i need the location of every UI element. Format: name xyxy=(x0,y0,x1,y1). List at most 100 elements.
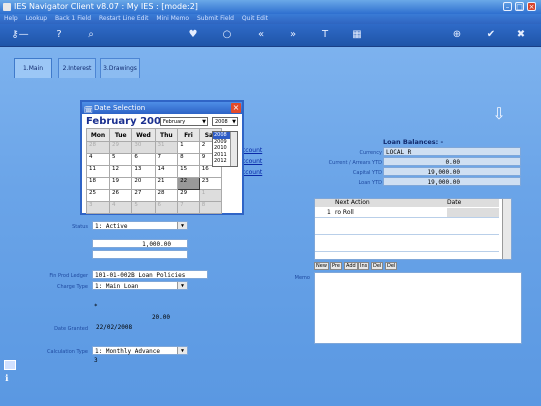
calendar-day[interactable]: 23 xyxy=(198,177,223,190)
grid-delete-all-button[interactable]: Del xyxy=(385,262,398,270)
heart-icon[interactable]: ♥ xyxy=(186,28,200,42)
balance-value-3: 19,000.00 xyxy=(383,177,521,186)
cancel-icon[interactable]: ✖ xyxy=(514,28,528,42)
grid-add-button[interactable]: Add xyxy=(344,262,358,270)
grid-new-button[interactable]: New xyxy=(314,262,329,270)
table-row[interactable] xyxy=(315,225,499,235)
menu-back-field[interactable]: Back 1 Field xyxy=(55,15,91,22)
gl-field[interactable]: 101-01-002B Loan Policies xyxy=(92,270,208,279)
calendar-day[interactable]: 3 xyxy=(85,201,111,214)
year-select[interactable]: 2008 ▼ xyxy=(212,117,238,126)
menu-help[interactable]: Help xyxy=(4,15,18,22)
calendar-day[interactable]: 28 xyxy=(154,189,179,202)
calendar-day[interactable]: 13 xyxy=(131,165,156,178)
confirm-icon[interactable]: ✔ xyxy=(484,28,498,42)
calendar-day[interactable]: 7 xyxy=(177,201,200,214)
calendar-day[interactable]: 29 xyxy=(177,189,200,202)
key-icon[interactable]: ⚷— xyxy=(8,28,32,42)
tab-main[interactable]: 1.Main xyxy=(14,58,52,78)
calendar-day[interactable]: 30 xyxy=(131,141,156,154)
year-list-scrollbar[interactable] xyxy=(230,132,237,166)
chevron-down-icon[interactable]: ▼ xyxy=(177,222,187,229)
grid-scrollbar[interactable] xyxy=(502,199,511,259)
responsible-field[interactable]: * xyxy=(92,302,138,311)
grid-insert-button[interactable]: Ins xyxy=(358,262,370,270)
calendar-day[interactable]: 27 xyxy=(131,189,156,202)
calendar-day[interactable]: 1 xyxy=(177,141,200,154)
info-icon[interactable]: ℹ xyxy=(5,374,8,384)
calendar-day[interactable]: 6 xyxy=(154,201,179,214)
refresh-icon[interactable]: ○ xyxy=(220,28,234,42)
help-icon[interactable]: ? xyxy=(52,28,66,42)
last-record-icon[interactable]: » xyxy=(286,28,300,42)
close-icon[interactable]: × xyxy=(231,103,241,113)
table-row[interactable]: 1 ro Roll xyxy=(315,208,499,218)
tab-drawings[interactable]: 3.Drawings xyxy=(100,58,140,78)
calendar-day[interactable]: 29 xyxy=(109,141,133,154)
grid-icon[interactable]: ▦ xyxy=(350,28,364,42)
close-window-button[interactable]: × xyxy=(527,2,536,11)
chevron-down-icon[interactable]: ▼ xyxy=(177,282,187,289)
chevron-down-icon[interactable]: ▼ xyxy=(232,118,236,126)
calendar-day[interactable]: 7 xyxy=(154,153,179,166)
minimize-button[interactable]: – xyxy=(503,2,512,11)
year-select-value: 2008 xyxy=(215,119,228,125)
calendar-day[interactable]: 22 xyxy=(177,177,200,190)
calculation-type-select[interactable]: 1: Monthly Advance ▼ xyxy=(92,346,188,355)
bracket-field[interactable]: 3 xyxy=(92,356,122,365)
chevron-down-icon[interactable]: ▼ xyxy=(177,347,187,354)
download-icon[interactable]: ⇩ xyxy=(486,104,512,126)
calendar-day[interactable]: 4 xyxy=(109,201,133,214)
calendar-day[interactable]: 16 xyxy=(198,165,223,178)
calendar-day[interactable]: 28 xyxy=(85,141,111,154)
status-icon[interactable] xyxy=(4,360,16,370)
calendar-day[interactable]: 25 xyxy=(85,189,111,202)
calendar-day[interactable]: 26 xyxy=(109,189,133,202)
calendar-day[interactable]: 19 xyxy=(109,177,133,190)
calendar-day[interactable]: 8 xyxy=(177,153,200,166)
charge-type-select[interactable]: 1: Main Loan ▼ xyxy=(92,281,188,290)
menu-bar: Help Lookup Back 1 Field Restart Line Ed… xyxy=(0,14,541,24)
calendar-day[interactable]: 5 xyxy=(131,201,156,214)
installment-field[interactable]: 1,000.00 xyxy=(92,239,188,248)
calendar-day[interactable]: 31 xyxy=(154,141,179,154)
memo-textarea[interactable] xyxy=(314,272,522,344)
col-date: Date xyxy=(447,199,462,206)
date-granted-field[interactable]: 22/02/2008 xyxy=(92,323,152,332)
maximize-button[interactable]: □ xyxy=(515,2,524,11)
calendar-day[interactable]: 11 xyxy=(85,165,111,178)
menu-mini-memo[interactable]: Mini Memo xyxy=(156,15,189,22)
calendar-day[interactable]: 12 xyxy=(109,165,133,178)
month-select[interactable]: February ▼ xyxy=(160,117,208,126)
table-row[interactable] xyxy=(315,242,499,252)
amount-field[interactable]: 20.00 xyxy=(92,313,172,322)
first-record-icon[interactable]: « xyxy=(254,28,268,42)
calendar-day[interactable]: 20 xyxy=(131,177,156,190)
chevron-down-icon[interactable]: ▼ xyxy=(202,118,206,126)
calendar-day[interactable]: 5 xyxy=(109,153,133,166)
text-icon[interactable]: T xyxy=(318,28,332,42)
calendar-day[interactable]: 1 xyxy=(198,189,223,202)
balance-value-2: 19,000.00 xyxy=(383,167,521,176)
search-icon[interactable]: ⌕ xyxy=(84,28,98,42)
grid-delete-button[interactable]: Del xyxy=(371,262,384,270)
calendar-day[interactable]: 14 xyxy=(154,165,179,178)
menu-submit-field[interactable]: Submit Field xyxy=(197,15,234,22)
tab-interest[interactable]: 2.Interest xyxy=(58,58,96,78)
calendar-day[interactable]: 21 xyxy=(154,177,179,190)
calendar-day[interactable]: 4 xyxy=(85,153,111,166)
calendar-day[interactable]: 15 xyxy=(177,165,200,178)
grid-prev-button[interactable]: Pre xyxy=(330,262,342,270)
menu-quit-edit[interactable]: Quit Edit xyxy=(242,15,268,22)
add-icon[interactable]: ⊕ xyxy=(450,28,464,42)
calendar-day[interactable]: 8 xyxy=(198,201,223,214)
calendar-day[interactable]: 6 xyxy=(131,153,156,166)
menu-restart-line[interactable]: Restart Line Edit xyxy=(99,15,149,22)
empty-field[interactable] xyxy=(92,250,188,259)
menu-lookup[interactable]: Lookup xyxy=(26,15,47,22)
next-action-grid[interactable]: Next Action Date 1 ro Roll xyxy=(314,198,512,260)
year-dropdown-list[interactable]: 2008 2009 2010 2011 2012 xyxy=(212,131,238,167)
status-select[interactable]: 1: Active ▼ xyxy=(92,221,188,230)
calendar-day[interactable]: 18 xyxy=(85,177,111,190)
loan-balances-title: Loan Balances: - xyxy=(383,138,444,146)
